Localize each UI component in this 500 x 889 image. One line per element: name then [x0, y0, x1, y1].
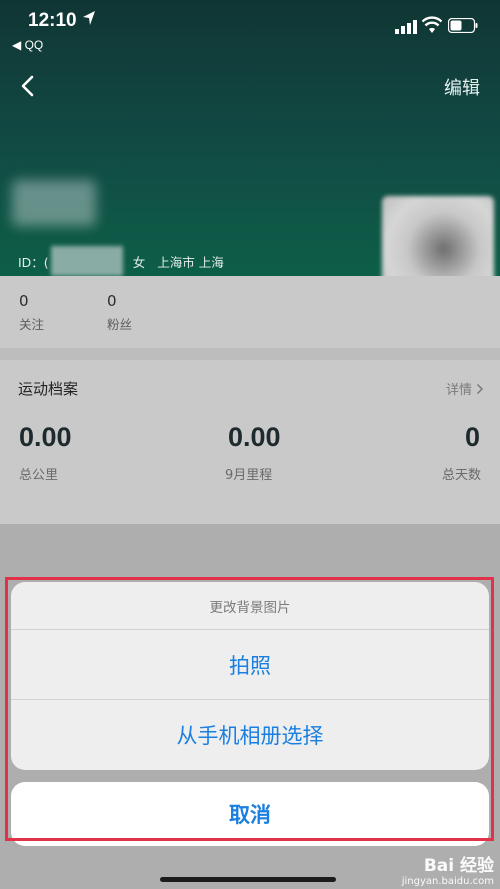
- watermark-brand: Bai 经验: [423, 856, 494, 876]
- watermark: Bai 经验 jingyan.baidu.com: [402, 851, 494, 887]
- detail-label: 详情: [445, 383, 472, 398]
- total-km-value: 0.00: [19, 422, 72, 452]
- sport-profile-title: 运动档案: [18, 380, 79, 398]
- location-arrow-icon: [83, 11, 95, 25]
- id-value-blurred: [50, 246, 123, 276]
- gender-label: 女: [132, 254, 146, 270]
- sport-detail-link[interactable]: 详情: [446, 379, 484, 398]
- total-km-label: 总公里: [19, 468, 59, 483]
- followers-stat[interactable]: 0 粉丝: [107, 292, 132, 333]
- month-km-label: 9月里程: [225, 468, 273, 483]
- battery-icon: [448, 18, 478, 33]
- id-label: ID：(: [18, 254, 49, 270]
- back-to-app-link[interactable]: ◀ QQ: [12, 38, 43, 52]
- follow-stats: 0 关注 0 粉丝: [0, 276, 500, 348]
- following-count: 0: [19, 292, 29, 310]
- total-days-label: 总天数: [441, 468, 481, 483]
- followers-count: 0: [107, 292, 117, 310]
- following-stat[interactable]: 0 关注: [19, 292, 44, 333]
- watermark-site: jingyan.baidu.com: [401, 876, 494, 887]
- status-time: 12:10: [28, 10, 77, 31]
- location-label: 上海市 上海: [157, 254, 224, 270]
- chevron-right-icon: [476, 383, 484, 394]
- highlight-frame: [5, 577, 494, 841]
- status-bar: 12:10 ◀ QQ: [0, 0, 500, 60]
- section-divider: [0, 348, 500, 360]
- month-km-value: 0.00: [228, 422, 281, 452]
- home-indicator[interactable]: [160, 877, 336, 882]
- edit-button[interactable]: 编辑: [444, 74, 480, 100]
- cellular-signal-icon: [395, 20, 417, 34]
- followers-label: 粉丝: [107, 317, 133, 332]
- profile-info-row: ID：( 女 上海市 上海: [18, 246, 224, 276]
- sport-profile-card: 运动档案 详情 0.00 总公里 0.00 9月里程 0 总天数: [0, 360, 500, 524]
- back-chevron-icon[interactable]: [16, 72, 40, 100]
- total-days-value: 0: [464, 422, 480, 452]
- wifi-icon: [422, 16, 442, 33]
- following-label: 关注: [19, 317, 45, 332]
- nickname-blurred: [12, 180, 96, 226]
